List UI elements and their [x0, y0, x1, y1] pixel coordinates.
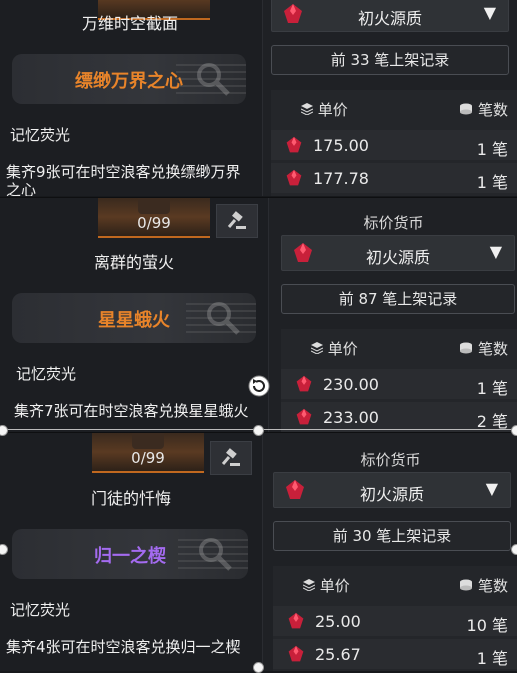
price-table: 单价 笔数 25.00 10 笔 25.67 1 笔: [273, 566, 517, 671]
coins-icon: [460, 579, 473, 591]
coins-icon: [460, 103, 473, 115]
item-description: 集齐4张可在时空浪客兑换归一之楔: [6, 638, 241, 656]
set-name: 星星蛾火: [98, 310, 170, 331]
item-card: 万维时空截面 缥缈万界之心 记忆荧光 集齐9张可在时空浪客兑换缥缈万界之心: [0, 0, 260, 196]
row-count: 1 笔: [476, 379, 508, 398]
row-price: 233.00: [323, 408, 379, 427]
stack-icon: [310, 342, 324, 355]
rotate-handle-icon[interactable]: [247, 374, 271, 398]
currency-label: 标价货币: [363, 214, 424, 232]
item-name: 离群的萤火: [93, 253, 174, 272]
row-price: 230.00: [323, 375, 379, 394]
count-column-header: 笔数: [459, 99, 508, 120]
item-count: 0/99: [131, 449, 165, 467]
item-description: 集齐7张可在时空浪客兑换星星蛾火: [14, 402, 249, 420]
item-card: 0/99 门徒的忏悔 归一之楔 记忆荧光 集齐4张可在时空浪客兑换归一之楔: [0, 433, 262, 671]
chevron-down-icon: ▼: [485, 479, 498, 498]
table-row[interactable]: 233.00 2 笔: [281, 402, 517, 432]
price-panel: 初火源质 ▼ 前 33 笔上架记录 单价 笔数 175.00 1 笔 177.7…: [262, 0, 517, 196]
currency-dropdown[interactable]: 初火源质 ▼: [273, 472, 511, 508]
price-panel: 标价货币 初火源质 ▼ 前 30 笔上架记录 单价 笔数 25.00 10 笔 …: [262, 433, 517, 671]
set-banner[interactable]: 归一之楔: [12, 529, 248, 579]
gavel-icon: [221, 448, 240, 466]
stack-icon: [302, 579, 316, 592]
row-price: 175.00: [313, 136, 369, 155]
price-column-header: 单价: [302, 575, 350, 596]
resize-handle[interactable]: [253, 662, 264, 673]
resize-handle[interactable]: [253, 425, 264, 436]
table-row[interactable]: 175.00 1 笔: [271, 130, 517, 160]
gem-icon: [288, 645, 304, 662]
table-row[interactable]: 25.67 1 笔: [273, 639, 517, 669]
table-row[interactable]: 177.78 1 笔: [271, 163, 517, 193]
table-header: 单价 笔数: [273, 566, 517, 602]
row-count: 1 笔: [476, 140, 508, 159]
table-header: 单价 笔数: [271, 90, 517, 126]
gavel-icon: [227, 211, 246, 229]
chevron-down-icon: ▼: [489, 242, 502, 261]
price-column-header: 单价: [310, 338, 358, 359]
currency-value: 初火源质: [357, 9, 422, 28]
item-name: 万维时空截面: [81, 14, 178, 33]
item-thumbnail: 0/99: [98, 198, 210, 238]
table-header: 单价 笔数: [281, 329, 517, 365]
gem-icon: [296, 375, 312, 392]
row-price: 25.67: [315, 645, 361, 664]
row-count: 1 笔: [476, 173, 508, 192]
gem-icon: [286, 136, 302, 153]
row-price: 177.78: [313, 169, 369, 188]
item-description: 集齐9张可在时空浪客兑换缥缈万界之心: [6, 163, 241, 196]
price-table: 单价 笔数 230.00 1 笔 233.00 2 笔: [281, 329, 517, 432]
set-name: 归一之楔: [94, 546, 166, 567]
memory-label: 记忆荧光: [16, 365, 77, 383]
count-column-header: 笔数: [459, 575, 508, 596]
set-banner[interactable]: 缥缈万界之心: [12, 54, 246, 104]
memory-label: 记忆荧光: [10, 601, 71, 619]
item-thumbnail: 0/99: [92, 433, 204, 473]
gem-icon: [288, 612, 304, 629]
gem-icon: [296, 408, 312, 425]
price-table: 单价 笔数 175.00 1 笔 177.78 1 笔: [271, 90, 517, 196]
auction-button[interactable]: [210, 441, 252, 475]
row-price: 25.00: [315, 612, 361, 631]
table-row[interactable]: 25.00 10 笔: [273, 606, 517, 636]
auction-button[interactable]: [216, 204, 258, 238]
records-button[interactable]: 前 33 笔上架记录: [271, 45, 509, 75]
item-name: 门徒的忏悔: [90, 489, 171, 508]
item-card: 0/99 离群的萤火 星星蛾火 记忆荧光 集齐7张可在时空浪客兑换星星蛾火: [8, 198, 260, 432]
listing-panel-3: 0/99 门徒的忏悔 归一之楔 记忆荧光 集齐4张可在时空浪客兑换归一之楔 标价…: [0, 432, 517, 671]
row-count: 1 笔: [476, 649, 508, 668]
set-name: 缥缈万界之心: [75, 71, 183, 92]
currency-dropdown[interactable]: 初火源质 ▼: [271, 0, 509, 32]
set-banner[interactable]: 星星蛾火: [12, 293, 256, 343]
chevron-down-icon: ▼: [483, 3, 496, 22]
resize-handle[interactable]: [511, 544, 517, 555]
listing-panel-1: 万维时空截面 缥缈万界之心 记忆荧光 集齐9张可在时空浪客兑换缥缈万界之心 初火…: [0, 0, 517, 196]
gem-icon: [286, 169, 302, 186]
price-panel: 标价货币 初火源质 ▼ 前 87 笔上架记录 单价 笔数 230.00 1 笔 …: [268, 198, 517, 432]
resize-handle[interactable]: [511, 425, 517, 436]
price-column-header: 单价: [300, 99, 348, 120]
table-row[interactable]: 230.00 1 笔: [281, 369, 517, 399]
item-count: 0/99: [137, 214, 171, 232]
currency-value: 初火源质: [365, 248, 430, 267]
row-count: 10 笔: [466, 616, 508, 635]
currency-value: 初火源质: [359, 485, 424, 504]
currency-label: 标价货币: [360, 451, 421, 469]
count-column-header: 笔数: [459, 338, 508, 359]
stack-icon: [300, 103, 314, 116]
records-button[interactable]: 前 87 笔上架记录: [281, 284, 515, 314]
coins-icon: [460, 342, 473, 354]
item-image: [138, 198, 170, 214]
item-image: [132, 433, 164, 449]
currency-dropdown[interactable]: 初火源质 ▼: [281, 235, 515, 271]
records-button[interactable]: 前 30 笔上架记录: [273, 521, 511, 551]
memory-label: 记忆荧光: [10, 126, 71, 144]
